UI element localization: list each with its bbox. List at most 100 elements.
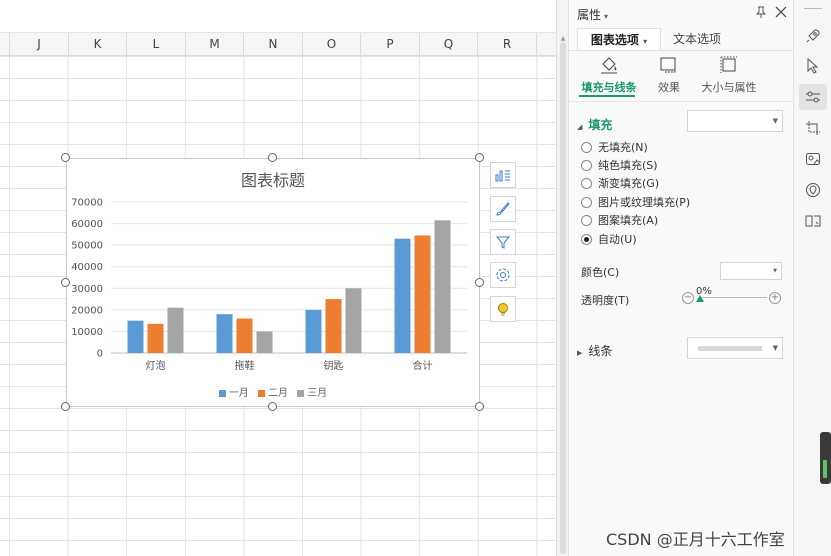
radio-automatic[interactable]: 自动(U) bbox=[581, 231, 637, 247]
y-tick-label: 20000 bbox=[71, 305, 103, 316]
color-picker-dropdown[interactable]: ▼ bbox=[720, 262, 782, 280]
column-header-r[interactable]: R bbox=[477, 33, 536, 55]
chart-elements-icon[interactable] bbox=[490, 162, 516, 188]
bar-1-2[interactable] bbox=[256, 331, 273, 353]
image-tools-icon[interactable] bbox=[799, 146, 827, 172]
radio-label: 图案填充(A) bbox=[598, 214, 659, 227]
properties-panel: 属性 ▾ 图表选项 ▾ 文本选项 填充与线条 效果 大小与属性 ◢ 填充 ▼ 无… bbox=[568, 0, 794, 556]
resize-handle-top[interactable] bbox=[268, 153, 277, 162]
y-tick-label: 60000 bbox=[71, 219, 103, 230]
chart-object[interactable]: 图表标题 70000 60000 50000 40000 30000 20000 10000… bbox=[66, 158, 480, 407]
bar-1-0[interactable] bbox=[216, 314, 233, 353]
radio-button[interactable] bbox=[581, 177, 592, 189]
subtab-effects[interactable]: 效果 bbox=[649, 55, 689, 95]
column-header-row: J K L M N O P Q R bbox=[0, 33, 556, 56]
line-section-header[interactable]: ▶ 线条 bbox=[577, 342, 612, 359]
size-properties-icon bbox=[719, 55, 739, 75]
chevron-down-icon: ▼ bbox=[772, 117, 778, 125]
chevron-down-icon: ▾ bbox=[604, 12, 609, 21]
fill-section-header[interactable]: ◢ 填充 bbox=[577, 116, 612, 133]
radio-gradient-fill[interactable]: 渐变填充(G) bbox=[581, 175, 659, 191]
bar-3-2[interactable] bbox=[434, 220, 451, 353]
subtab-label: 效果 bbox=[658, 81, 680, 94]
chart-settings-icon[interactable] bbox=[490, 262, 516, 288]
bar-0-1[interactable] bbox=[147, 323, 164, 353]
properties-sliders-icon[interactable] bbox=[799, 84, 827, 110]
column-header-o[interactable]: O bbox=[302, 33, 360, 55]
rocket-icon[interactable] bbox=[799, 23, 827, 49]
radio-button[interactable] bbox=[581, 141, 592, 153]
chart-style-icon[interactable] bbox=[490, 196, 516, 222]
chart-legend[interactable]: 一月 二月 三月 bbox=[67, 384, 479, 399]
subtab-label: 大小与属性 bbox=[701, 81, 757, 94]
y-tick-label: 10000 bbox=[71, 327, 103, 338]
transparency-increase-button[interactable]: + bbox=[769, 292, 781, 304]
cursor-select-icon[interactable] bbox=[799, 53, 827, 79]
chevron-down-icon: ▼ bbox=[772, 344, 778, 352]
resize-handle-top-left[interactable] bbox=[61, 153, 70, 162]
x-category-label: 灯泡 bbox=[146, 359, 166, 372]
bar-1-1[interactable] bbox=[236, 318, 253, 353]
column-header-k[interactable]: K bbox=[68, 33, 126, 55]
tab-chart-options[interactable]: 图表选项 ▾ bbox=[577, 28, 661, 51]
drag-handle[interactable] bbox=[804, 8, 822, 9]
crop-icon[interactable] bbox=[799, 115, 827, 141]
column-header-m[interactable]: M bbox=[185, 33, 243, 55]
pin-icon[interactable] bbox=[753, 4, 769, 20]
bar-0-2[interactable] bbox=[167, 307, 184, 353]
resize-handle-bottom-right[interactable] bbox=[475, 402, 484, 411]
spreadsheet-area[interactable]: J K L M N O P Q R 图表标题 70000 60000 50000 40… bbox=[0, 0, 556, 556]
chart-filter-icon[interactable] bbox=[490, 229, 516, 255]
bar-2-2[interactable] bbox=[345, 288, 362, 353]
radio-solid-fill[interactable]: 纯色填充(S) bbox=[581, 157, 658, 173]
column-header-l[interactable]: L bbox=[126, 33, 185, 55]
legend-label: 二月 bbox=[268, 388, 288, 399]
legend-label: 一月 bbox=[228, 388, 249, 399]
paint-bucket-icon bbox=[599, 55, 619, 75]
subtab-size-and-properties[interactable]: 大小与属性 bbox=[697, 55, 761, 95]
transparency-slider-track[interactable] bbox=[701, 297, 767, 298]
y-tick-label: 70000 bbox=[71, 198, 103, 209]
resize-handle-top-right[interactable] bbox=[475, 153, 484, 162]
bar-3-1[interactable] bbox=[414, 235, 431, 353]
radio-label: 图片或纹理填充(P) bbox=[598, 196, 691, 209]
column-header-partial-right bbox=[536, 33, 556, 55]
location-pin-icon[interactable] bbox=[799, 177, 827, 203]
bar-2-0[interactable] bbox=[305, 309, 322, 353]
tab-text-options[interactable]: 文本选项 bbox=[667, 28, 727, 50]
fill-type-dropdown[interactable]: ▼ bbox=[687, 110, 783, 132]
radio-picture-fill[interactable]: 图片或纹理填充(P) bbox=[581, 194, 690, 210]
transparency-slider-handle[interactable] bbox=[696, 295, 704, 302]
book-reader-icon[interactable] bbox=[799, 208, 827, 234]
line-type-dropdown[interactable]: ▼ bbox=[687, 337, 783, 359]
bar-3-0[interactable] bbox=[394, 238, 411, 353]
expand-icon: ▶ bbox=[577, 349, 583, 357]
radio-button[interactable] bbox=[581, 214, 592, 226]
scrollbar-thumb[interactable] bbox=[560, 42, 566, 554]
subtab-fill-and-line[interactable]: 填充与线条 bbox=[577, 55, 641, 95]
resize-handle-bottom-left[interactable] bbox=[61, 402, 70, 411]
resize-handle-bottom[interactable] bbox=[268, 402, 277, 411]
close-icon[interactable] bbox=[773, 4, 789, 20]
radio-pattern-fill[interactable]: 图案填充(A) bbox=[581, 212, 658, 228]
radio-button-checked[interactable] bbox=[581, 233, 592, 245]
legend-swatch bbox=[218, 389, 226, 397]
column-header-p[interactable]: P bbox=[360, 33, 419, 55]
radio-button[interactable] bbox=[581, 159, 592, 171]
resize-handle-left[interactable] bbox=[61, 278, 70, 287]
column-header-n[interactable]: N bbox=[243, 33, 302, 55]
bar-2-1[interactable] bbox=[325, 299, 342, 353]
radio-no-fill[interactable]: 无填充(N) bbox=[581, 139, 648, 155]
resize-handle-right[interactable] bbox=[475, 278, 484, 287]
subtab-label: 填充与线条 bbox=[581, 81, 637, 94]
chart-tips-icon[interactable] bbox=[490, 296, 516, 322]
bar-0-0[interactable] bbox=[127, 320, 144, 353]
column-header-j[interactable]: J bbox=[9, 33, 68, 55]
battery-indicator bbox=[820, 432, 831, 484]
radio-button[interactable] bbox=[581, 196, 592, 208]
transparency-decrease-button[interactable]: − bbox=[682, 292, 694, 304]
column-header-q[interactable]: Q bbox=[419, 33, 477, 55]
color-label: 颜色(C) bbox=[581, 266, 620, 279]
panel-title[interactable]: 属性 ▾ bbox=[577, 6, 608, 23]
transparency-label: 透明度(T) bbox=[581, 294, 630, 307]
